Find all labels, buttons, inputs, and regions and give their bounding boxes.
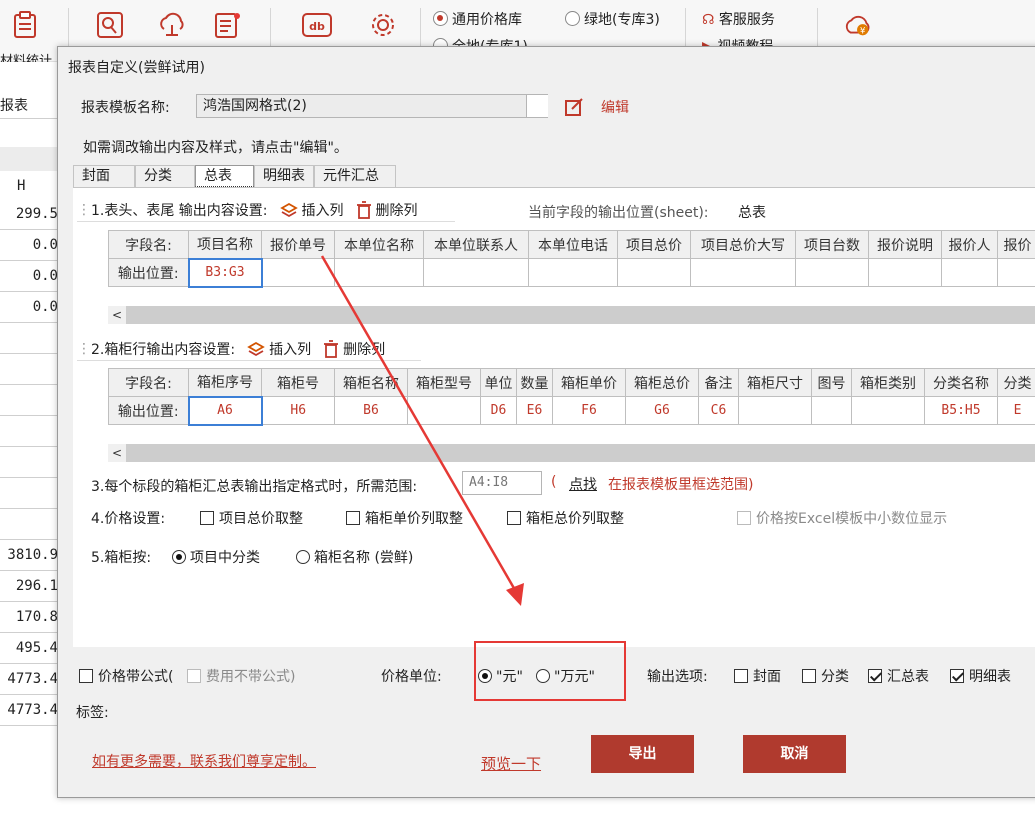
annotation-arrow-icon <box>320 255 524 606</box>
